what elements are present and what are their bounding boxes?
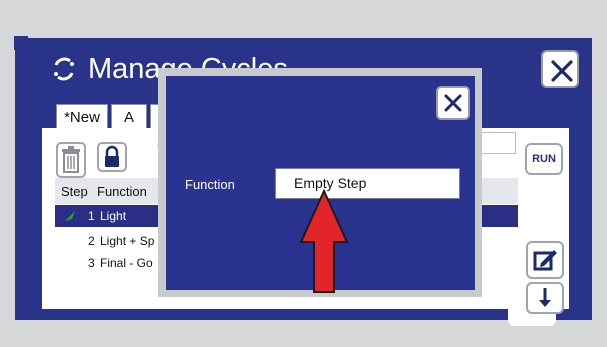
- run-button[interactable]: RUN: [525, 143, 563, 175]
- step-number: 1: [88, 209, 95, 223]
- column-header-step: Step: [61, 184, 88, 199]
- delete-button[interactable]: [56, 142, 86, 178]
- move-down-button[interactable]: [526, 282, 564, 314]
- step-number: 3: [88, 256, 95, 270]
- tab-new[interactable]: *New: [56, 104, 108, 130]
- function-label: Function: [185, 177, 235, 192]
- pointer-arrow: [299, 188, 349, 293]
- step-function: Light: [100, 209, 127, 223]
- arrow-down-icon: [539, 288, 551, 307]
- lock-button[interactable]: [97, 142, 127, 172]
- refresh-icon[interactable]: [50, 55, 78, 83]
- close-x-icon: [444, 94, 462, 112]
- column-header-function: Function: [97, 184, 147, 199]
- dialog-close-button[interactable]: [436, 86, 470, 120]
- step-function: Light + Sp: [100, 234, 155, 248]
- close-x-icon: [551, 60, 573, 82]
- tab-a[interactable]: A: [111, 104, 147, 130]
- edit-button[interactable]: [526, 241, 564, 279]
- current-step-icon: [65, 211, 75, 221]
- step-number: 2: [88, 234, 95, 248]
- lock-icon: [105, 145, 119, 167]
- edit-icon: [533, 250, 557, 271]
- step-function: Final - Go: [100, 256, 153, 270]
- close-button[interactable]: [541, 50, 579, 88]
- window-corner: [14, 36, 28, 50]
- trash-icon: [62, 146, 80, 173]
